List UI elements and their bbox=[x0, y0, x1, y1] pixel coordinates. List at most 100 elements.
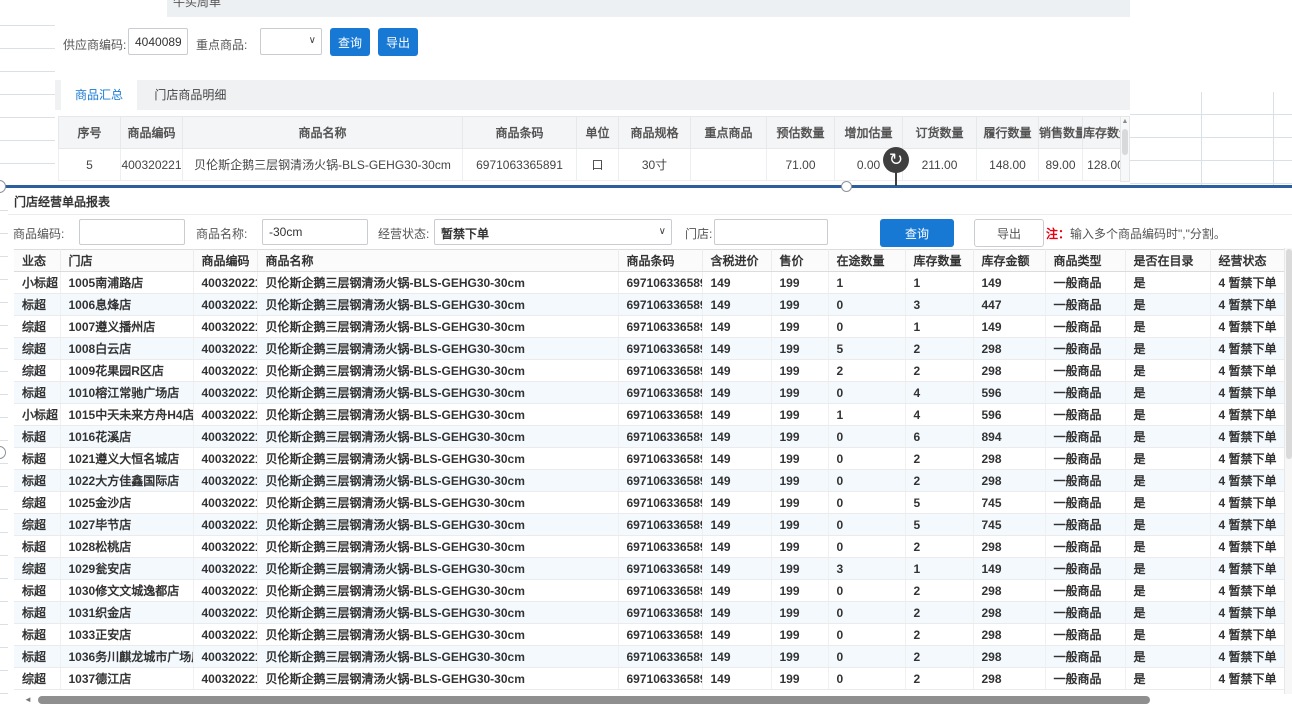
table-cell: 298 bbox=[973, 448, 1045, 470]
table-row[interactable]: 小标超1015中天未来方舟H4店400320221贝伦斯企鹅三层钢清汤火锅-BL… bbox=[14, 404, 1292, 426]
table-cell: 894 bbox=[973, 426, 1045, 448]
status-select[interactable]: 暂禁下单 ∨ bbox=[434, 219, 672, 245]
scrollbar-thumb[interactable] bbox=[1122, 129, 1128, 155]
column-header[interactable]: 库存数量 bbox=[905, 250, 973, 272]
column-header[interactable]: 门店 bbox=[60, 250, 193, 272]
refresh-button[interactable]: ↻ bbox=[883, 147, 909, 173]
table-row[interactable]: 综超1008白云店400320221贝伦斯企鹅三层钢清汤火锅-BLS-GEHG3… bbox=[14, 338, 1292, 360]
table-row[interactable]: 标超1031织金店400320221贝伦斯企鹅三层钢清汤火锅-BLS-GEHG3… bbox=[14, 602, 1292, 624]
table-cell: 149 bbox=[702, 668, 771, 690]
splitter-handle-dot[interactable] bbox=[0, 446, 6, 459]
table-row[interactable]: 综超1029瓮安店400320221贝伦斯企鹅三层钢清汤火锅-BLS-GEHG3… bbox=[14, 558, 1292, 580]
top-export-button[interactable]: 导出 bbox=[378, 28, 418, 56]
column-header[interactable]: 商品规格 bbox=[619, 117, 691, 149]
table-cell: 400320221 bbox=[193, 294, 257, 316]
column-header[interactable]: 商品编码 bbox=[121, 117, 183, 149]
table-row[interactable]: 小标超1005南浦路店400320221贝伦斯企鹅三层钢清汤火锅-BLS-GEH… bbox=[14, 272, 1292, 294]
table-cell: 0 bbox=[828, 514, 905, 536]
store-input[interactable] bbox=[714, 219, 828, 245]
table-cell: 0 bbox=[828, 448, 905, 470]
table-row[interactable]: 标超1006息烽店400320221贝伦斯企鹅三层钢清汤火锅-BLS-GEHG3… bbox=[14, 294, 1292, 316]
splitter-handle-dot[interactable] bbox=[841, 181, 852, 192]
table-row[interactable]: 5400320221贝伦斯企鹅三层钢清汤火锅-BLS-GEHG30-30cm69… bbox=[59, 149, 1129, 181]
column-header[interactable]: 经营状态 bbox=[1210, 250, 1292, 272]
note-prefix: 注： bbox=[1046, 227, 1070, 241]
table-cell: 0 bbox=[828, 646, 905, 668]
tab-store-detail[interactable]: 门店商品明细 bbox=[140, 80, 240, 110]
store-report-table: 业态门店商品编码商品名称商品条码含税进价售价在途数量库存数量库存金额商品类型是否… bbox=[14, 249, 1292, 690]
column-header[interactable]: 售价 bbox=[771, 250, 828, 272]
table-row[interactable]: 综超1009花果园R区店400320221贝伦斯企鹅三层钢清汤火锅-BLS-GE… bbox=[14, 360, 1292, 382]
table-cell: 4 暂禁下单 bbox=[1210, 316, 1292, 338]
table-cell: 400320221 bbox=[193, 624, 257, 646]
column-header[interactable]: 增加估量 bbox=[835, 117, 903, 149]
table-row[interactable]: 标超1016花溪店400320221贝伦斯企鹅三层钢清汤火锅-BLS-GEHG3… bbox=[14, 426, 1292, 448]
table-row[interactable]: 标超1010榕江常驰广场店400320221贝伦斯企鹅三层钢清汤火锅-BLS-G… bbox=[14, 382, 1292, 404]
table-cell: 199 bbox=[771, 382, 828, 404]
table-cell: 2 bbox=[905, 602, 973, 624]
panel-splitter[interactable] bbox=[0, 185, 1292, 188]
horizontal-scrollbar[interactable]: ◄ bbox=[14, 695, 1174, 705]
table-cell: 6971063365891 bbox=[463, 149, 577, 181]
tab-product-summary[interactable]: 商品汇总 bbox=[61, 80, 137, 110]
scroll-up-icon[interactable]: ▲ bbox=[1121, 117, 1129, 127]
store-label: 门店: bbox=[685, 225, 712, 242]
table-cell: 2 bbox=[905, 668, 973, 690]
table-row[interactable]: 标超1028松桃店400320221贝伦斯企鹅三层钢清汤火锅-BLS-GEHG3… bbox=[14, 536, 1292, 558]
column-header[interactable]: 履行数量 bbox=[977, 117, 1039, 149]
table-cell: 298 bbox=[973, 360, 1045, 382]
column-header[interactable]: 商品编码 bbox=[193, 250, 257, 272]
splitter-handle-dot[interactable] bbox=[0, 180, 6, 193]
scrollbar-thumb[interactable] bbox=[1286, 249, 1292, 459]
table-cell: 0 bbox=[828, 492, 905, 514]
column-header[interactable]: 在途数量 bbox=[828, 250, 905, 272]
column-header[interactable]: 商品条码 bbox=[618, 250, 702, 272]
column-header[interactable]: 预估数量 bbox=[767, 117, 835, 149]
table-row[interactable]: 综超1037德江店400320221贝伦斯企鹅三层钢清汤火锅-BLS-GEHG3… bbox=[14, 668, 1292, 690]
column-header[interactable]: 库存金额 bbox=[973, 250, 1045, 272]
column-header[interactable]: 商品条码 bbox=[463, 117, 577, 149]
column-header[interactable]: 业态 bbox=[14, 250, 60, 272]
table-row[interactable]: 综超1025金沙店400320221贝伦斯企鹅三层钢清汤火锅-BLS-GEHG3… bbox=[14, 492, 1292, 514]
table-cell: 199 bbox=[771, 514, 828, 536]
scroll-left-icon[interactable]: ◄ bbox=[24, 695, 32, 705]
column-header[interactable]: 含税进价 bbox=[702, 250, 771, 272]
scrollbar-thumb[interactable] bbox=[38, 696, 1150, 704]
table-row[interactable]: 标超1033正安店400320221贝伦斯企鹅三层钢清汤火锅-BLS-GEHG3… bbox=[14, 624, 1292, 646]
table-row[interactable]: 标超1021遵义大恒名城店400320221贝伦斯企鹅三层钢清汤火锅-BLS-G… bbox=[14, 448, 1292, 470]
table-cell: 综超 bbox=[14, 338, 60, 360]
table-cell: 是 bbox=[1125, 294, 1210, 316]
column-header[interactable]: 商品类型 bbox=[1045, 250, 1125, 272]
table-cell: 400320221 bbox=[193, 426, 257, 448]
table-row[interactable]: 标超1022大方佳鑫国际店400320221贝伦斯企鹅三层钢清汤火锅-BLS-G… bbox=[14, 470, 1292, 492]
column-header[interactable]: 订货数量 bbox=[903, 117, 977, 149]
table-cell: 一般商品 bbox=[1045, 382, 1125, 404]
table-row[interactable]: 综超1027毕节店400320221贝伦斯企鹅三层钢清汤火锅-BLS-GEHG3… bbox=[14, 514, 1292, 536]
column-header[interactable]: 重点商品 bbox=[691, 117, 767, 149]
bottom-query-button[interactable]: 查询 bbox=[880, 219, 954, 247]
table-scrollbar[interactable]: ▲ bbox=[1120, 116, 1130, 182]
column-header[interactable]: 商品名称 bbox=[183, 117, 463, 149]
table-row[interactable]: 标超1030修文文城逸都店400320221贝伦斯企鹅三层钢清汤火锅-BLS-G… bbox=[14, 580, 1292, 602]
table-cell: 贝伦斯企鹅三层钢清汤火锅-BLS-GEHG30-30cm bbox=[257, 294, 618, 316]
table-cell: 是 bbox=[1125, 624, 1210, 646]
column-header[interactable]: 是否在目录 bbox=[1125, 250, 1210, 272]
bottom-export-button[interactable]: 导出 bbox=[974, 219, 1044, 247]
table-cell: 199 bbox=[771, 448, 828, 470]
column-header[interactable]: 序号 bbox=[59, 117, 121, 149]
column-header[interactable]: 单位 bbox=[577, 117, 619, 149]
supplier-code-input[interactable] bbox=[128, 28, 188, 55]
table-cell: 贝伦斯企鹅三层钢清汤火锅-BLS-GEHG30-30cm bbox=[257, 536, 618, 558]
product-code-input[interactable] bbox=[79, 219, 185, 245]
table-row[interactable]: 标超1036务川麒龙城市广场店400320221贝伦斯企鹅三层钢清汤火锅-BLS… bbox=[14, 646, 1292, 668]
column-header[interactable]: 销售数量 bbox=[1039, 117, 1083, 149]
vertical-scrollbar[interactable] bbox=[1284, 248, 1292, 694]
column-header[interactable]: 商品名称 bbox=[257, 250, 618, 272]
top-query-button[interactable]: 查询 bbox=[330, 28, 370, 56]
table-row[interactable]: 综超1007遵义播州店400320221贝伦斯企鹅三层钢清汤火锅-BLS-GEH… bbox=[14, 316, 1292, 338]
table-cell: 3 bbox=[905, 294, 973, 316]
key-product-select[interactable]: ∨ bbox=[260, 28, 322, 55]
chevron-down-icon: ∨ bbox=[309, 35, 316, 46]
table-cell: 596 bbox=[973, 404, 1045, 426]
product-name-input[interactable] bbox=[262, 219, 368, 245]
